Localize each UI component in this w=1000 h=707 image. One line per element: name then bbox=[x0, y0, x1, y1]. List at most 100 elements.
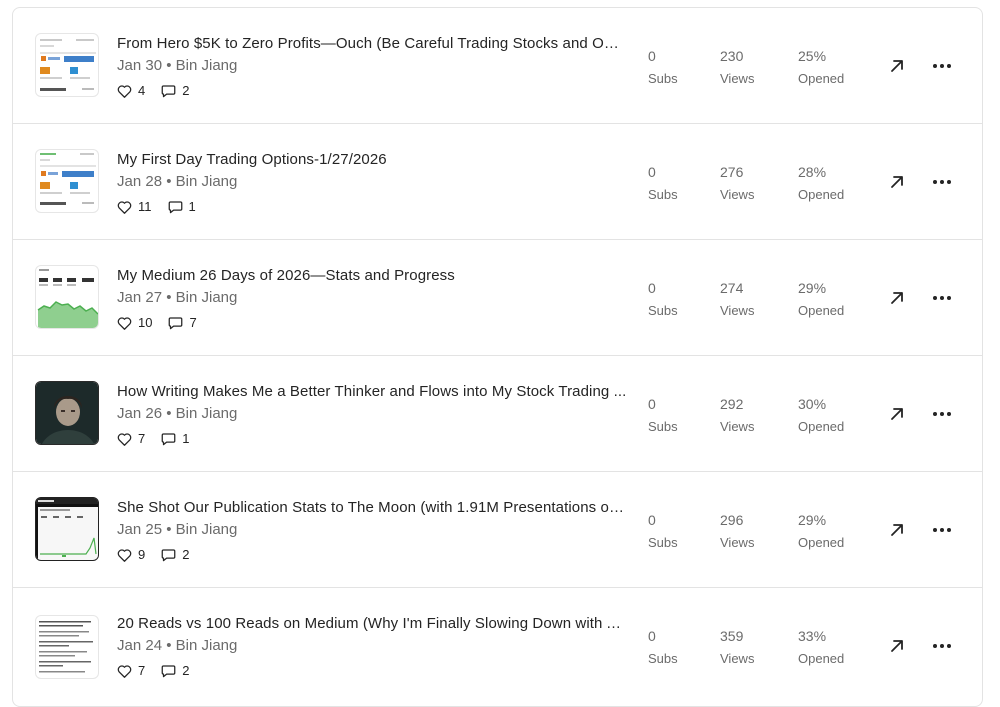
opened-value: 28% bbox=[798, 164, 827, 180]
post-row[interactable]: 20 Reads vs 100 Reads on Medium (Why I'm… bbox=[13, 588, 982, 704]
post-thumbnail[interactable] bbox=[35, 615, 99, 679]
more-options-button[interactable] bbox=[930, 54, 954, 78]
more-options-button[interactable] bbox=[930, 634, 954, 658]
post-meta: Jan 26 • Bin Jiang bbox=[117, 405, 237, 422]
post-title[interactable]: From Hero $5K to Zero Profits—Ouch (Be C… bbox=[117, 35, 627, 52]
heart-icon bbox=[117, 316, 132, 330]
post-thumbnail[interactable] bbox=[35, 265, 99, 329]
opened-label: Opened bbox=[798, 535, 845, 550]
open-post-button[interactable] bbox=[885, 170, 909, 194]
arrow-up-right-icon bbox=[891, 176, 903, 188]
meta-separator: • bbox=[166, 405, 172, 422]
post-row[interactable]: My Medium 26 Days of 2026—Stats and Prog… bbox=[13, 240, 982, 356]
more-options-button[interactable] bbox=[930, 286, 954, 310]
comment-icon bbox=[168, 316, 183, 330]
heart-icon bbox=[117, 84, 132, 98]
views-value: 230 bbox=[720, 48, 744, 64]
more-options-button[interactable] bbox=[930, 518, 954, 542]
post-thumbnail[interactable] bbox=[35, 497, 99, 561]
post-author: Bin Jiang bbox=[175, 173, 238, 190]
comment-icon bbox=[161, 548, 176, 562]
post-date: Jan 27 bbox=[117, 289, 163, 306]
post-thumbnail[interactable] bbox=[35, 149, 99, 213]
arrow-up-right-icon bbox=[891, 292, 903, 304]
post-row[interactable]: She Shot Our Publication Stats to The Mo… bbox=[13, 472, 982, 588]
like-count: 4 bbox=[138, 83, 146, 98]
opened-value: 25% bbox=[798, 48, 827, 64]
post-meta: Jan 25 • Bin Jiang bbox=[117, 521, 237, 538]
views-value: 296 bbox=[720, 512, 744, 528]
post-social: 11 1 bbox=[117, 199, 196, 214]
post-thumbnail[interactable] bbox=[35, 33, 99, 97]
like-count: 7 bbox=[138, 431, 146, 446]
post-meta: Jan 28 • Bin Jiang bbox=[117, 173, 237, 190]
subs-value: 0 bbox=[648, 48, 656, 64]
opened-label: Opened bbox=[798, 419, 845, 434]
arrow-up-right-icon bbox=[891, 60, 903, 72]
post-date: Jan 26 bbox=[117, 405, 163, 422]
views-label: Views bbox=[720, 535, 755, 550]
comment-icon bbox=[161, 84, 176, 98]
meta-separator: • bbox=[166, 289, 172, 306]
comment-count: 2 bbox=[182, 83, 190, 98]
open-post-button[interactable] bbox=[885, 402, 909, 426]
meta-separator: • bbox=[166, 57, 172, 74]
post-author: Bin Jiang bbox=[175, 521, 238, 538]
post-row[interactable]: From Hero $5K to Zero Profits—Ouch (Be C… bbox=[13, 8, 982, 124]
heart-icon bbox=[117, 664, 132, 678]
views-value: 276 bbox=[720, 164, 744, 180]
post-social: 10 7 bbox=[117, 315, 197, 330]
like-count: 9 bbox=[138, 547, 146, 562]
opened-label: Opened bbox=[798, 303, 845, 318]
heart-icon bbox=[117, 548, 132, 562]
more-dots-icon bbox=[933, 64, 951, 68]
post-title[interactable]: 20 Reads vs 100 Reads on Medium (Why I'm… bbox=[117, 615, 627, 632]
comment-icon bbox=[161, 432, 176, 446]
subs-value: 0 bbox=[648, 164, 656, 180]
open-post-button[interactable] bbox=[885, 54, 909, 78]
post-date: Jan 28 bbox=[117, 173, 163, 190]
views-value: 292 bbox=[720, 396, 744, 412]
subs-value: 0 bbox=[648, 280, 656, 296]
views-label: Views bbox=[720, 651, 755, 666]
subs-value: 0 bbox=[648, 628, 656, 644]
post-author: Bin Jiang bbox=[175, 405, 238, 422]
views-label: Views bbox=[720, 303, 755, 318]
views-value: 274 bbox=[720, 280, 744, 296]
subs-label: Subs bbox=[648, 71, 678, 86]
post-title[interactable]: She Shot Our Publication Stats to The Mo… bbox=[117, 499, 627, 516]
post-title[interactable]: How Writing Makes Me a Better Thinker an… bbox=[117, 383, 627, 400]
more-options-button[interactable] bbox=[930, 170, 954, 194]
post-social: 7 2 bbox=[117, 663, 189, 678]
post-row[interactable]: My First Day Trading Options-1/27/2026 J… bbox=[13, 124, 982, 240]
post-author: Bin Jiang bbox=[175, 289, 238, 306]
open-post-button[interactable] bbox=[885, 518, 909, 542]
open-post-button[interactable] bbox=[885, 286, 909, 310]
post-thumbnail[interactable] bbox=[35, 381, 99, 445]
post-title[interactable]: My First Day Trading Options-1/27/2026 bbox=[117, 151, 627, 168]
more-dots-icon bbox=[933, 180, 951, 184]
like-count: 10 bbox=[138, 315, 153, 330]
views-label: Views bbox=[720, 419, 755, 434]
arrow-up-right-icon bbox=[891, 524, 903, 536]
views-label: Views bbox=[720, 187, 755, 202]
opened-label: Opened bbox=[798, 71, 845, 86]
views-label: Views bbox=[720, 71, 755, 86]
meta-separator: • bbox=[166, 637, 172, 654]
like-count: 11 bbox=[138, 199, 152, 214]
meta-separator: • bbox=[166, 173, 172, 190]
comment-icon bbox=[161, 664, 176, 678]
post-title[interactable]: My Medium 26 Days of 2026—Stats and Prog… bbox=[117, 267, 627, 284]
opened-label: Opened bbox=[798, 187, 845, 202]
subs-label: Subs bbox=[648, 535, 678, 550]
post-social: 9 2 bbox=[117, 547, 189, 562]
more-options-button[interactable] bbox=[930, 402, 954, 426]
subs-value: 0 bbox=[648, 396, 656, 412]
subs-label: Subs bbox=[648, 187, 678, 202]
post-row[interactable]: How Writing Makes Me a Better Thinker an… bbox=[13, 356, 982, 472]
open-post-button[interactable] bbox=[885, 634, 909, 658]
subs-value: 0 bbox=[648, 512, 656, 528]
views-value: 359 bbox=[720, 628, 744, 644]
heart-icon bbox=[117, 200, 132, 214]
comment-count: 2 bbox=[182, 547, 190, 562]
